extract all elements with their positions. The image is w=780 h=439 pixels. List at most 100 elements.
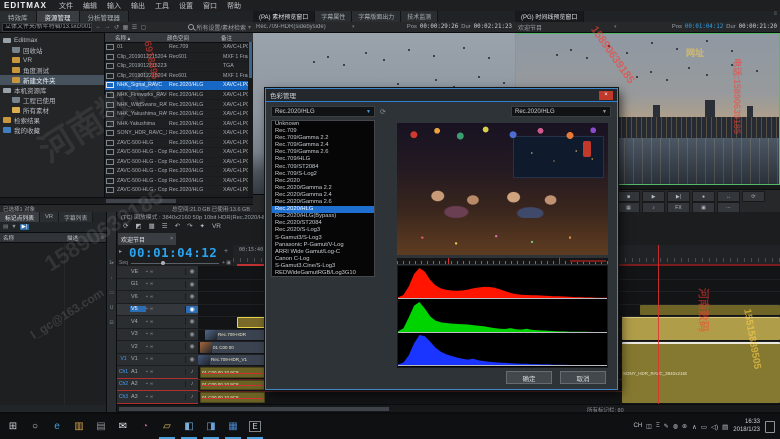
track-header[interactable]: V4▪∞◉ bbox=[117, 316, 198, 329]
table-row[interactable]: NHK-YakushimaRec.2020/HLGXAVC+LPCM 2c bbox=[105, 119, 253, 129]
marker-tool-icon[interactable]: ▤ bbox=[3, 224, 8, 230]
close-button[interactable]: × bbox=[599, 91, 613, 100]
target-colorspace-dropdown[interactable]: Rec.2020/HLG ▼ bbox=[511, 106, 611, 117]
playhead[interactable] bbox=[658, 245, 659, 404]
marker-tool-icon[interactable]: ▼ bbox=[11, 224, 16, 230]
toolbar-icon[interactable]: → bbox=[103, 24, 112, 31]
colorspace-option[interactable]: Rec.709/Gamma 2.2 bbox=[272, 135, 374, 142]
tool-icon[interactable]: ⊟ bbox=[109, 320, 113, 326]
bin-tab[interactable]: 分析管理器 bbox=[80, 11, 130, 22]
timeline-tool-icon[interactable]: ↶ bbox=[175, 222, 180, 230]
timeline-clip[interactable]: 01 C00 00 10 9C8 bbox=[200, 367, 265, 378]
folder-path[interactable]: 立体文件夹/新年特辑/13.sxc/001 bbox=[2, 23, 92, 32]
printer-icon[interactable]: ▤ bbox=[90, 414, 112, 439]
player-tab[interactable]: 字幕属性 bbox=[315, 11, 352, 22]
timeline-tool-icon[interactable]: ▦ bbox=[149, 222, 155, 230]
timeline-clip[interactable] bbox=[640, 305, 780, 316]
colorspace-option[interactable]: Rec.709/Gamma 2.6 bbox=[272, 149, 374, 156]
edge-icon[interactable]: e bbox=[46, 414, 68, 439]
player-tab[interactable]: (PA) 素材预览窗口 bbox=[253, 11, 315, 22]
transport-button[interactable]: ● bbox=[692, 191, 715, 202]
sort-icon[interactable]: ≡ bbox=[101, 235, 106, 241]
marker-add-button[interactable]: ▶| bbox=[20, 224, 30, 230]
menu-item[interactable]: 帮助 bbox=[227, 1, 241, 11]
colorspace-option[interactable]: Rec.2020/HLG(Bypass) bbox=[272, 213, 374, 220]
table-row[interactable]: NHK_Signal_RAVCRec.2020/HLGXAVC+LPCM 2c bbox=[105, 81, 253, 91]
timeline-clip[interactable] bbox=[622, 317, 780, 340]
colorspace-option[interactable]: Panasonic P-Gamut/V-Log bbox=[272, 242, 374, 249]
player-tab[interactable]: 字幕版面出力 bbox=[352, 11, 401, 22]
track-header[interactable]: V6▪∞◉ bbox=[117, 291, 198, 304]
search-button[interactable]: ○ bbox=[24, 414, 46, 439]
colorspace-option[interactable]: REDWideGamutRGB/Log3G10 bbox=[272, 270, 374, 277]
colorspace-option[interactable]: Rec.709/Gamma 2.4 bbox=[272, 142, 374, 149]
sequence-tab[interactable]: 欢迎节目 × bbox=[118, 233, 176, 245]
search-box[interactable]: 所有设置/素材检索 ▾ bbox=[188, 23, 251, 32]
tray-icon[interactable]: Ξ bbox=[656, 423, 660, 430]
player-tab[interactable]: 技术监测 bbox=[401, 11, 438, 22]
column-header[interactable]: 名称 bbox=[0, 234, 67, 242]
notes-icon[interactable]: ◨ bbox=[200, 414, 222, 439]
toolbar-icon[interactable]: ▢ bbox=[139, 24, 148, 31]
toolbar-icon[interactable]: ☰ bbox=[130, 24, 139, 31]
clock[interactable]: 16:33 2018/1/23 bbox=[733, 419, 760, 433]
tree-item[interactable]: VR bbox=[0, 55, 104, 65]
eye-icon[interactable]: ◉ bbox=[185, 343, 198, 350]
tree-item[interactable]: 我的收藏 bbox=[0, 125, 104, 135]
table-row[interactable]: ZAVC-500-HLGRec.2020/HLGXAVC+LPCM 2c bbox=[105, 138, 253, 148]
colorspace-option[interactable]: S-Gamut3/S-Log3 bbox=[272, 235, 374, 242]
tray-icon[interactable]: ◁) bbox=[711, 423, 718, 431]
colorspace-option[interactable]: Rec.2020 bbox=[272, 178, 374, 185]
menu-item[interactable]: 文件 bbox=[59, 1, 73, 11]
tab-timeline-preview[interactable]: (PG) 时间线预览窗口 bbox=[515, 11, 584, 22]
table-row[interactable]: NHK_Fireworks_RAVCRec.2020/HLGXAVC+LPCM … bbox=[105, 91, 253, 101]
explorer-icon[interactable]: ▱ bbox=[156, 414, 178, 439]
colorspace-option[interactable]: Rec.2020/HLG bbox=[272, 206, 374, 213]
eye-icon[interactable]: ◉ bbox=[185, 356, 198, 363]
column-header[interactable]: 描述 bbox=[67, 234, 78, 242]
colorspace-option[interactable]: Rec.2020/Gamma 2.2 bbox=[272, 185, 374, 192]
timeline-clip[interactable]: SONY_HDR_RAVC_3840x2160 bbox=[622, 342, 780, 403]
toolbar-icon[interactable]: ▦ bbox=[121, 24, 130, 31]
source-clip-dropdown[interactable]: Rec.709-HDR(sidebyside) bbox=[256, 24, 352, 30]
track-header[interactable]: V3▪∞◉ bbox=[117, 329, 198, 342]
tray-icon[interactable]: ◍ bbox=[673, 423, 678, 430]
timeline-tool-icon[interactable]: ↷ bbox=[187, 222, 192, 230]
track-header[interactable]: V2▪∞◉ bbox=[117, 341, 198, 354]
marker-tab[interactable]: VR bbox=[40, 212, 59, 222]
refresh-icon[interactable]: ⟳ bbox=[380, 108, 386, 116]
menu-item[interactable]: 输出 bbox=[131, 1, 145, 11]
menu-item[interactable]: 工具 bbox=[155, 1, 169, 11]
sequence-dropdown[interactable]: 欢迎节目 bbox=[518, 23, 614, 32]
menu-item[interactable]: 窗口 bbox=[203, 1, 217, 11]
column-header[interactable]: 备注 bbox=[219, 34, 249, 42]
tree-item[interactable]: 回收站 bbox=[0, 45, 104, 55]
panel-menu-icon[interactable]: ≡ bbox=[770, 11, 780, 22]
tree-item[interactable]: Editmax bbox=[0, 35, 104, 45]
toolbar-icon[interactable]: ↺ bbox=[112, 24, 121, 31]
close-icon[interactable]: × bbox=[170, 236, 173, 242]
slider-knob[interactable] bbox=[161, 261, 165, 265]
tool-icon[interactable]: U bbox=[110, 305, 114, 311]
edius-icon[interactable]: E bbox=[244, 414, 266, 439]
cancel-button[interactable]: 取消 bbox=[560, 371, 606, 384]
marker-tab[interactable]: 标记点列表 bbox=[0, 212, 40, 222]
mail-icon[interactable]: ✉ bbox=[112, 414, 134, 439]
colorspace-option[interactable]: Rec.2020/ST2084 bbox=[272, 220, 374, 227]
colorspace-option[interactable]: Rec.709/HLG bbox=[272, 156, 374, 163]
table-row[interactable]: 01Rec.709XAVC+LPCM 2c bbox=[105, 43, 253, 53]
timeline-tool-icon[interactable]: ◩ bbox=[135, 222, 141, 230]
timeline-tool-icon[interactable]: ⟳ bbox=[123, 222, 128, 230]
table-row[interactable]: Clip_20190122152045(1)Rec601MXF 1 Frame bbox=[105, 72, 253, 82]
track-header[interactable]: G1▪∞◉ bbox=[117, 279, 198, 292]
timeline-tool-icon[interactable]: ☰ bbox=[162, 222, 168, 230]
photos-icon[interactable]: ◧ bbox=[178, 414, 200, 439]
tree-item[interactable]: 角度测试 bbox=[0, 65, 104, 75]
table-row[interactable]: ZAVC-500-HLG - Copy (3)Rec.2020/HLGXAVC+… bbox=[105, 167, 253, 177]
tray-icon[interactable]: ▭ bbox=[701, 423, 707, 431]
eye-icon[interactable]: ◉ bbox=[185, 306, 198, 313]
table-row[interactable]: Clip_20190122152238(1)TGA bbox=[105, 62, 253, 72]
timeline-clip[interactable]: 01 C00 00 10 9C8 bbox=[200, 380, 265, 391]
store-icon[interactable]: ▥ bbox=[68, 414, 90, 439]
colorspace-option[interactable]: Rec.709/ST2084 bbox=[272, 164, 374, 171]
